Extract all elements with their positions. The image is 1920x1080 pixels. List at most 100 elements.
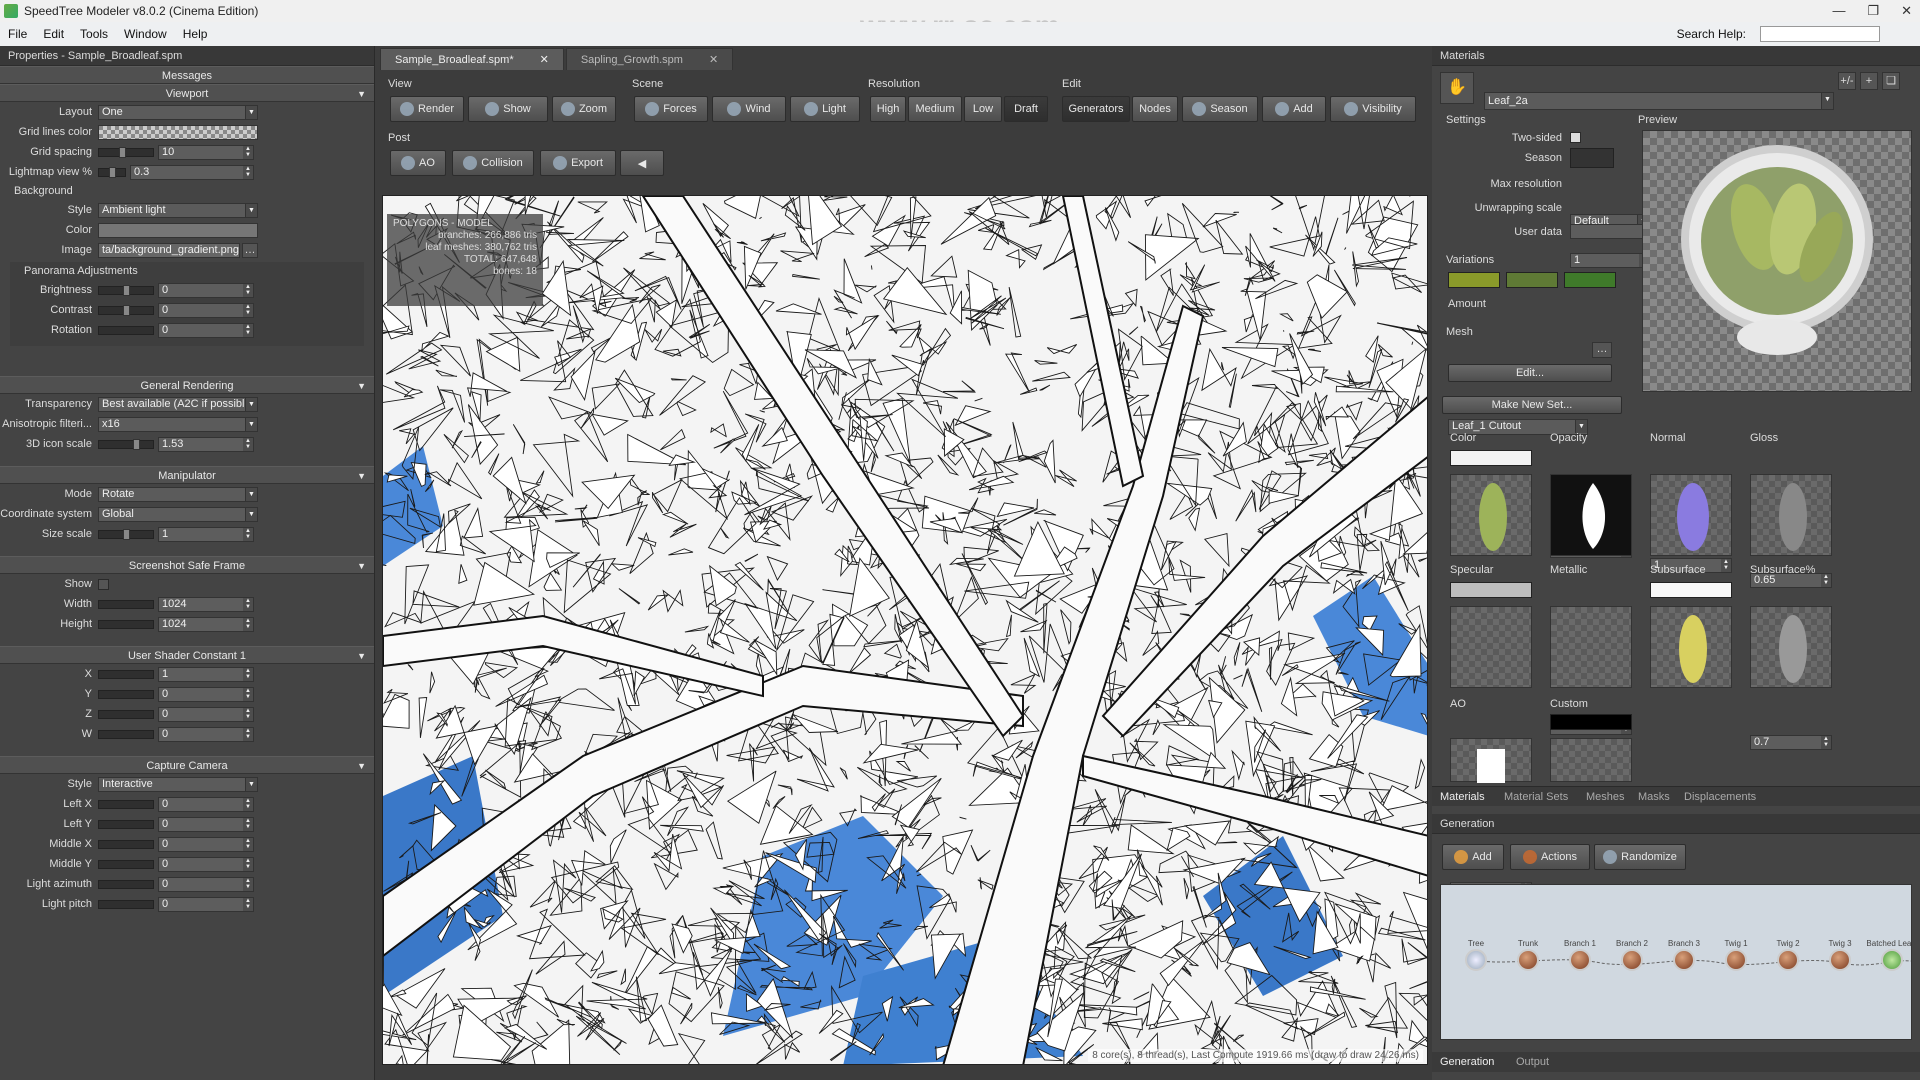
icon-scale-slider[interactable]: [98, 438, 154, 450]
rotation-slider[interactable]: [98, 325, 154, 335]
layout-select[interactable]: One ▼: [98, 104, 258, 120]
user-data-field[interactable]: [1570, 224, 1650, 239]
unwrapping-scale-field[interactable]: 1▲▼: [1570, 253, 1650, 268]
show-checkbox[interactable]: [98, 578, 109, 590]
maximize-icon[interactable]: ❐: [1867, 0, 1879, 22]
nodes-button[interactable]: Nodes: [1132, 96, 1178, 122]
middle-x-slider[interactable]: [98, 839, 154, 849]
copy-material-icon[interactable]: ❏: [1882, 72, 1900, 90]
z-field[interactable]: 0 ▲ ▼: [158, 706, 254, 722]
ao-texture-thumb[interactable]: [1450, 738, 1532, 783]
collapse-arrow-icon[interactable]: ▼: [357, 647, 366, 665]
custom-texture-thumb[interactable]: [1550, 738, 1632, 782]
tab-masks[interactable]: Masks: [1638, 791, 1670, 803]
normal-texture-thumb[interactable]: [1650, 474, 1732, 556]
transparency-select[interactable]: Best available (A2C if possible) ▼: [98, 396, 258, 412]
viewport-section-header[interactable]: Viewport ▼: [0, 84, 374, 102]
coordinate-system-select[interactable]: Global ▼: [98, 506, 258, 522]
two-sided-checkbox[interactable]: [1570, 132, 1581, 143]
node-tree[interactable]: [1465, 949, 1487, 971]
collapse-arrow-icon[interactable]: ▼: [357, 85, 366, 103]
background-color-swatch[interactable]: [98, 222, 258, 238]
minimize-icon[interactable]: —: [1832, 0, 1845, 22]
tab-displacements[interactable]: Displacements: [1684, 791, 1756, 803]
tab-sample-broadleaf[interactable]: Sample_Broadleaf.spm* ✕: [380, 48, 564, 70]
subsurface-swatch[interactable]: [1650, 582, 1732, 598]
collapse-arrow-icon[interactable]: ▼: [357, 557, 366, 575]
add-material-icon[interactable]: +: [1860, 72, 1878, 90]
node-trunk[interactable]: [1517, 949, 1539, 971]
y-field[interactable]: 0 ▲ ▼: [158, 686, 254, 702]
browse-button[interactable]: …: [242, 242, 258, 258]
search-help-input[interactable]: [1760, 26, 1880, 42]
light-pitch-field[interactable]: 0 ▲ ▼: [158, 896, 254, 912]
ao-button[interactable]: AO: [390, 150, 446, 176]
anisotropic-select[interactable]: x16 ▼: [98, 416, 258, 432]
general-rendering-header[interactable]: General Rendering ▼: [0, 376, 374, 394]
render-button[interactable]: Render: [390, 96, 464, 122]
metallic-texture-thumb[interactable]: [1550, 606, 1632, 688]
close-icon[interactable]: ✕: [540, 49, 549, 70]
color-texture-thumb[interactable]: [1450, 474, 1532, 556]
collapse-arrow-icon[interactable]: ▼: [357, 757, 366, 775]
camera-style-select[interactable]: Interactive ▼: [98, 776, 258, 792]
tab-generation[interactable]: Generation: [1440, 1056, 1494, 1068]
resolution-medium-button[interactable]: Medium: [908, 96, 962, 122]
show-button[interactable]: Show: [468, 96, 548, 122]
size-scale-slider[interactable]: [98, 528, 154, 540]
node-twig-3[interactable]: [1829, 949, 1851, 971]
edit-material-icon[interactable]: +/-: [1838, 72, 1856, 90]
variation-swatch-3[interactable]: [1564, 272, 1616, 288]
season-button[interactable]: Season: [1182, 96, 1258, 122]
collision-button[interactable]: Collision: [452, 150, 534, 176]
w-field[interactable]: 0 ▲ ▼: [158, 726, 254, 742]
node-twig-1[interactable]: [1725, 949, 1747, 971]
material-name-select[interactable]: Leaf_2a ▼: [1484, 92, 1834, 110]
tab-output[interactable]: Output: [1516, 1056, 1549, 1068]
capture-camera-header[interactable]: Capture Camera ▼: [0, 756, 374, 774]
light-azimuth-slider[interactable]: [98, 879, 154, 889]
specular-texture-thumb[interactable]: [1450, 606, 1532, 688]
width-field[interactable]: 1024 ▲ ▼: [158, 596, 254, 612]
mesh-edit-button[interactable]: Edit...: [1448, 364, 1612, 382]
collapse-arrow-icon[interactable]: ▼: [357, 377, 366, 395]
grid-spacing-slider[interactable]: [98, 146, 154, 158]
height-field[interactable]: 1024 ▲ ▼: [158, 616, 254, 632]
messages-header[interactable]: Messages: [0, 66, 374, 84]
light-button[interactable]: Light: [790, 96, 860, 122]
menu-tools[interactable]: Tools: [72, 27, 116, 41]
x-slider[interactable]: [98, 669, 154, 679]
variation-swatch-1[interactable]: [1448, 272, 1500, 288]
menu-window[interactable]: Window: [116, 27, 175, 41]
season-curve[interactable]: [1570, 148, 1614, 168]
close-icon[interactable]: ✕: [709, 49, 718, 70]
subsurface-percent-field[interactable]: 0.7 ▲ ▼: [1750, 735, 1832, 750]
opacity-texture-thumb[interactable]: [1550, 474, 1632, 556]
variation-swatch-2[interactable]: [1506, 272, 1558, 288]
resolution-low-button[interactable]: Low: [964, 96, 1002, 122]
brightness-field[interactable]: 0 ▲ ▼: [158, 282, 254, 298]
specular-swatch[interactable]: [1450, 582, 1532, 598]
close-icon[interactable]: ✕: [1901, 0, 1912, 22]
subsurface-texture-thumb[interactable]: [1650, 606, 1732, 688]
custom-swatch[interactable]: [1550, 714, 1632, 730]
node-branch-3[interactable]: [1673, 949, 1695, 971]
zoom-button[interactable]: Zoom: [552, 96, 616, 122]
middle-x-field[interactable]: 0 ▲ ▼: [158, 836, 254, 852]
menu-edit[interactable]: Edit: [35, 27, 72, 41]
mesh-options-button[interactable]: …: [1592, 342, 1612, 358]
node-twig-2[interactable]: [1777, 949, 1799, 971]
lightmap-field[interactable]: 0.3 ▲ ▼: [130, 164, 254, 180]
randomize-button[interactable]: Randomize: [1594, 844, 1686, 870]
forces-button[interactable]: Forces: [634, 96, 708, 122]
hand-icon[interactable]: ✋: [1440, 72, 1474, 104]
left-y-slider[interactable]: [98, 819, 154, 829]
light-azimuth-field[interactable]: 0 ▲ ▼: [158, 876, 254, 892]
menu-file[interactable]: File: [0, 27, 35, 41]
rotation-field[interactable]: 0 ▲ ▼: [158, 322, 254, 338]
height-slider[interactable]: [98, 619, 154, 629]
contrast-field[interactable]: 0 ▲ ▼: [158, 302, 254, 318]
lightmap-slider[interactable]: [98, 166, 126, 178]
background-image-field[interactable]: ta/background_gradient.png: [98, 242, 240, 258]
tab-material-sets[interactable]: Material Sets: [1504, 791, 1568, 803]
